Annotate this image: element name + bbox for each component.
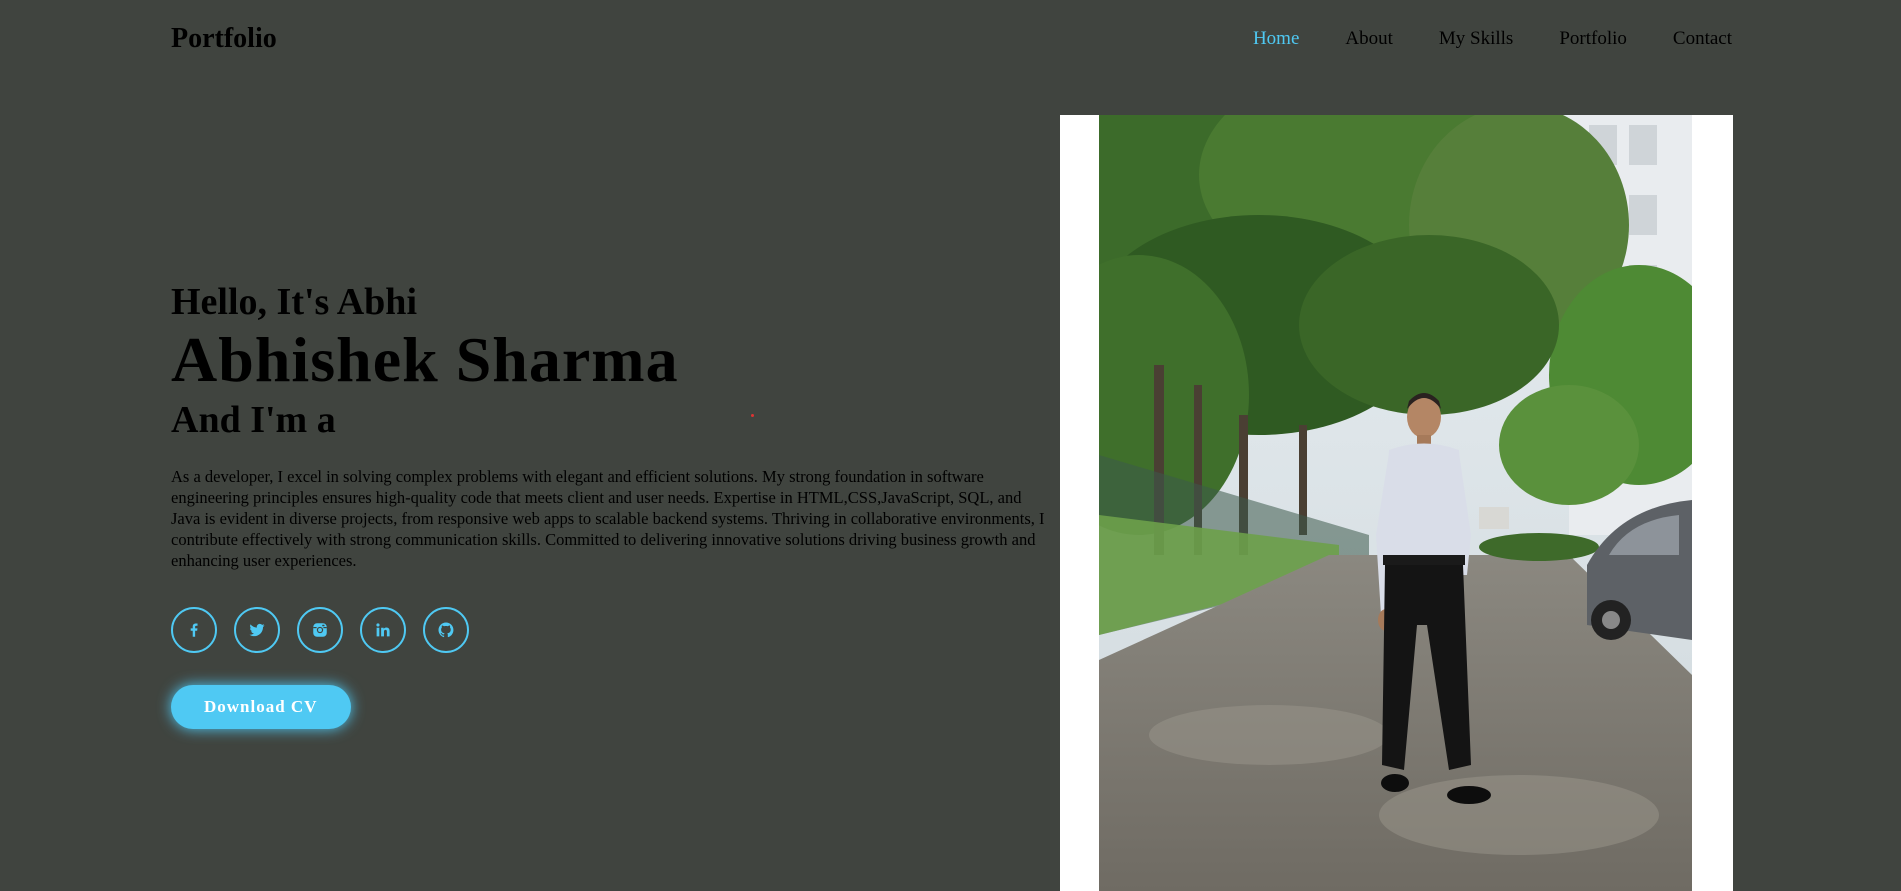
social-links [171, 607, 1051, 653]
github-icon [437, 621, 455, 639]
cursor-dot [751, 414, 754, 417]
download-cv-button[interactable]: Download CV [171, 685, 351, 729]
instagram-link[interactable] [297, 607, 343, 653]
linkedin-icon [374, 621, 392, 639]
main-nav: Home About My Skills Portfolio Contact [1253, 28, 1732, 50]
facebook-link[interactable] [171, 607, 217, 653]
twitter-icon [248, 621, 266, 639]
nav-about[interactable]: About [1345, 28, 1393, 50]
site-header: Portfolio Home About My Skills Portfolio… [171, 0, 1732, 80]
logo[interactable]: Portfolio [171, 24, 277, 54]
linkedin-link[interactable] [360, 607, 406, 653]
nav-portfolio[interactable]: Portfolio [1559, 28, 1627, 50]
greeting: Hello, It's Abhi [171, 281, 417, 323]
profile-image-frame [1060, 115, 1733, 891]
twitter-link[interactable] [234, 607, 280, 653]
facebook-icon [185, 621, 203, 639]
profile-image [1099, 115, 1692, 891]
hero-description: As a developer, I excel in solving compl… [171, 467, 1045, 570]
nav-home[interactable]: Home [1253, 28, 1299, 50]
hero-section: Hello, It's Abhi Abhishek Sharma And I'm… [171, 280, 1051, 729]
hero-name: Abhishek Sharma [171, 324, 679, 395]
instagram-icon [311, 621, 329, 639]
role-prefix: And I'm a [171, 399, 336, 441]
nav-my-skills[interactable]: My Skills [1439, 28, 1513, 50]
github-link[interactable] [423, 607, 469, 653]
nav-contact[interactable]: Contact [1673, 28, 1732, 50]
